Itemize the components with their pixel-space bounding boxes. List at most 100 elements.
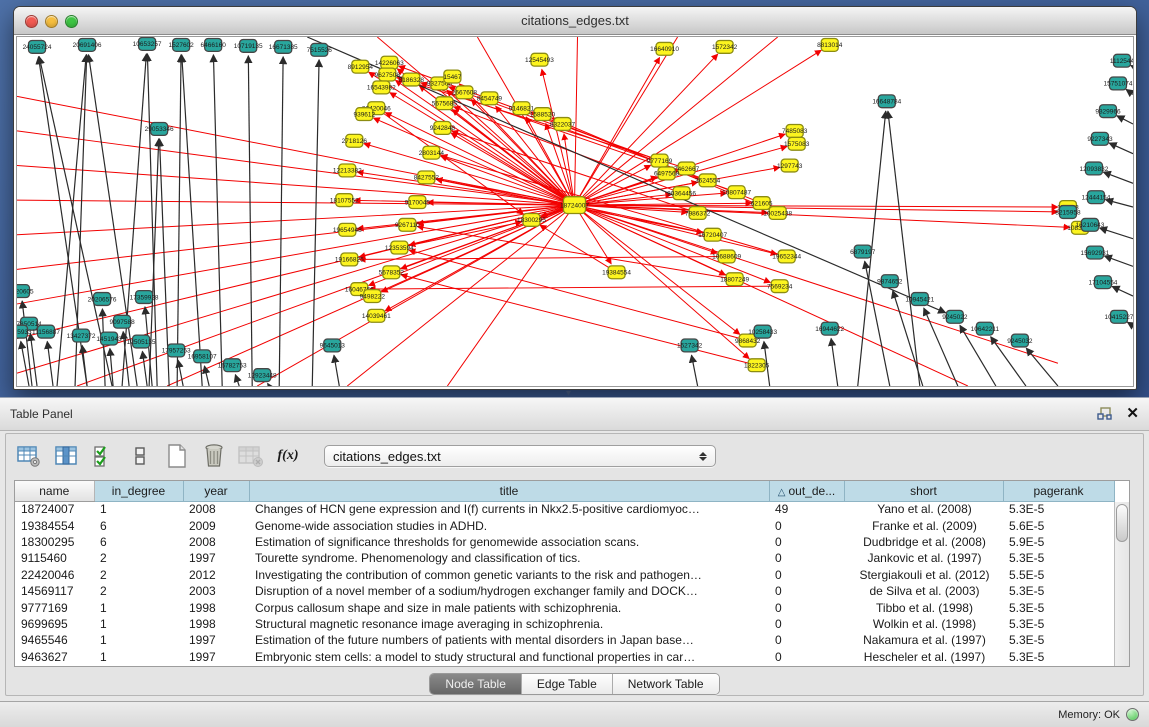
graph-node[interactable]: 18724007 <box>560 197 589 214</box>
graph-node[interactable]: 10653257 <box>133 37 162 50</box>
table-row[interactable]: 1830029562008Estimation of significance … <box>15 534 1114 550</box>
graph-node[interactable]: 12353594 <box>385 241 414 254</box>
graph-node[interactable]: 7515526 <box>307 43 333 56</box>
graph-node[interactable]: 19654948 <box>333 223 362 236</box>
graph-node[interactable]: 9245032 <box>1007 334 1033 347</box>
delete-column-icon[interactable] <box>201 443 227 469</box>
graph-node[interactable]: 9245022 <box>942 310 968 323</box>
graph-node[interactable]: 2520605 <box>17 285 34 298</box>
column-header-in_degree[interactable]: in_degree <box>94 481 183 501</box>
window-titlebar[interactable]: citations_edges.txt <box>14 7 1136 35</box>
graph-node[interactable]: 1297743 <box>777 159 803 172</box>
graph-node[interactable]: 5678352 <box>379 266 405 279</box>
table-row[interactable]: 1872400712008Changes of HCN gene express… <box>15 501 1114 517</box>
graph-node[interactable]: 8813014 <box>817 38 843 51</box>
graph-node[interactable]: 1527342 <box>677 339 703 352</box>
graph-node[interactable]: 8186328 <box>399 73 425 86</box>
table-row[interactable]: 946362711997Embryonic stem cells: a mode… <box>15 649 1114 665</box>
graph-node[interactable]: 8427552 <box>414 171 440 184</box>
graph-node[interactable]: 16671385 <box>269 40 298 53</box>
minimize-traffic-light[interactable] <box>45 15 58 28</box>
graph-node[interactable]: 20691406 <box>73 38 102 51</box>
table-settings-icon[interactable] <box>16 443 42 469</box>
new-column-icon[interactable] <box>164 443 190 469</box>
graph-node[interactable]: 9097588 <box>109 315 135 328</box>
graph-node[interactable]: 10719135 <box>234 39 263 52</box>
graph-node[interactable]: 12213382 <box>333 164 362 177</box>
graph-node[interactable]: 9645013 <box>320 339 346 352</box>
graph-node[interactable]: 18107552 <box>330 194 359 207</box>
graph-node[interactable]: 10642211 <box>971 322 1000 335</box>
row-height-icon[interactable] <box>127 443 153 469</box>
table-row[interactable]: 2242004622012Investigating the contribut… <box>15 567 1114 583</box>
network-view[interactable]: 18724007 89129541422606396275081654398281… <box>16 36 1134 387</box>
graph-node[interactable]: 24055724 <box>23 40 52 53</box>
graph-node[interactable]: 1572342 <box>712 40 738 53</box>
graph-node[interactable]: 16944622 <box>815 322 844 335</box>
tab-network-table[interactable]: Network Table <box>612 674 719 694</box>
column-header-pagerank[interactable]: pagerank <box>1003 481 1114 501</box>
graph-node[interactable]: 2718126 <box>342 134 368 147</box>
table-row[interactable]: 1456911722003Disruption of a novel membe… <box>15 583 1114 599</box>
graph-node[interactable]: 16648784 <box>872 95 901 108</box>
zoom-traffic-light[interactable] <box>65 15 78 28</box>
graph-node[interactable]: 8912954 <box>348 60 374 73</box>
graph-node[interactable]: 9627508 <box>375 68 401 81</box>
table-scrollbar[interactable] <box>1114 502 1129 666</box>
graph-node[interactable]: 2803144 <box>419 146 445 159</box>
graph-node[interactable]: 9170045 <box>405 196 431 209</box>
table-row[interactable]: 946554611997Estimation of the future num… <box>15 632 1114 648</box>
graph-node[interactable]: 1575083 <box>784 137 810 150</box>
function-builder-icon[interactable]: f(x) <box>275 443 301 469</box>
show-columns-icon[interactable] <box>53 443 79 469</box>
graph-node[interactable]: 1527602 <box>169 38 195 51</box>
graph-node[interactable]: 14039461 <box>362 309 391 322</box>
table-row[interactable]: 977716911998Corpus callosum shape and si… <box>15 599 1114 615</box>
graph-node[interactable]: 7569234 <box>767 280 793 293</box>
column-header-title[interactable]: title <box>249 481 769 501</box>
column-header-year[interactable]: year <box>183 481 249 501</box>
graph-node[interactable]: 15751074 <box>1104 77 1133 90</box>
graph-node[interactable]: 19652344 <box>772 250 801 263</box>
float-panel-icon[interactable] <box>1097 407 1112 421</box>
graph-node[interactable]: 2667608 <box>452 86 478 99</box>
graph-node[interactable]: 9267110 <box>395 218 420 231</box>
graph-node[interactable]: 9874652 <box>877 275 903 288</box>
graph-node[interactable]: 10807487 <box>722 186 751 199</box>
graph-node[interactable]: 9777169 <box>647 154 673 167</box>
table-row[interactable]: 1938455462009Genome-wide association stu… <box>15 517 1114 533</box>
graph-node[interactable]: 16720407 <box>698 228 727 241</box>
graph-node[interactable]: 16543982 <box>367 81 396 94</box>
column-header-short[interactable]: short <box>844 481 1003 501</box>
graph-node[interactable]: 939612 <box>353 108 375 121</box>
select-all-icon[interactable] <box>90 443 116 469</box>
tab-node-table[interactable]: Node Table <box>430 674 521 694</box>
graph-node[interactable]: 7986372 <box>685 207 711 220</box>
graph-node[interactable]: 1112544 <box>1110 54 1133 67</box>
table-row[interactable]: 911546021997Tourette syndrome. Phenomeno… <box>15 550 1114 566</box>
scrollbar-thumb[interactable] <box>1116 504 1128 542</box>
graph-node[interactable]: 9242848 <box>430 122 456 135</box>
graph-node[interactable]: 14226063 <box>375 56 404 69</box>
graph-node[interactable]: 6466160 <box>201 38 227 51</box>
graph-node[interactable]: 16958107 <box>188 350 217 363</box>
close-panel-icon[interactable]: ✕ <box>1126 407 1139 421</box>
graph-node[interactable]: 12444154 <box>1082 191 1111 204</box>
graph-node[interactable]: 19384554 <box>602 266 631 279</box>
graph-node[interactable]: 12545493 <box>525 53 554 66</box>
graph-node[interactable]: 15692931 <box>1081 246 1110 259</box>
column-header-name[interactable]: name <box>15 481 94 501</box>
column-header-out_de[interactable]: △out_de... <box>769 481 844 501</box>
graph-node[interactable]: 5675685 <box>432 97 458 110</box>
table-selector-dropdown[interactable]: citations_edges.txt <box>324 445 716 467</box>
graph-node[interactable]: 15467 <box>443 70 461 83</box>
delete-table-icon-disabled[interactable] <box>238 443 264 469</box>
graph-node[interactable]: 13427372 <box>67 329 96 342</box>
graph-node[interactable]: 7485083 <box>782 124 808 137</box>
close-traffic-light[interactable] <box>25 15 38 28</box>
graph-node[interactable]: 16640910 <box>650 42 679 55</box>
table-row[interactable]: 969969511998Structural magnetic resonanc… <box>15 616 1114 632</box>
graph-node[interactable]: 10415227 <box>1105 310 1133 323</box>
graph-node[interactable]: 19166825 <box>335 253 364 266</box>
tab-edge-table[interactable]: Edge Table <box>521 674 612 694</box>
